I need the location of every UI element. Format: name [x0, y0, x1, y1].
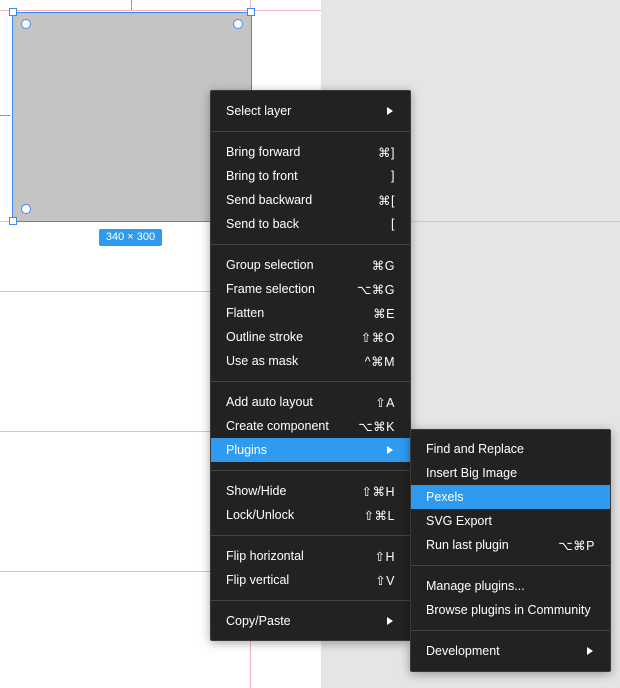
menu-item-label: SVG Export — [426, 514, 492, 528]
layout-guide — [0, 10, 321, 11]
menu-item-shortcut: ] — [391, 169, 395, 183]
submenu-item-manage-plugins[interactable]: Manage plugins... — [411, 574, 610, 598]
menu-item-shortcut: ⌥⌘P — [558, 539, 595, 553]
submenu-arrow-icon — [387, 446, 393, 454]
menu-item-label: Use as mask — [226, 354, 299, 368]
menu-item-show-hide[interactable]: Show/Hide ⇧⌘H — [211, 479, 410, 503]
menu-item-label: Flip horizontal — [226, 549, 304, 563]
submenu-item-svg-export[interactable]: SVG Export — [411, 509, 610, 533]
menu-item-add-auto-layout[interactable]: Add auto layout ⇧A — [211, 390, 410, 414]
menu-item-shortcut: ⌘[ — [378, 194, 395, 208]
corner-radius-handle[interactable] — [21, 204, 31, 214]
menu-item-label: Flatten — [226, 306, 265, 320]
menu-item-frame-selection[interactable]: Frame selection ⌥⌘G — [211, 277, 410, 301]
menu-item-label: Pexels — [426, 490, 464, 504]
resize-handle[interactable] — [9, 8, 17, 16]
menu-item-label: Find and Replace — [426, 442, 524, 456]
menu-item-shortcut: ⇧H — [374, 550, 395, 564]
submenu-item-development[interactable]: Development — [411, 639, 610, 663]
measure-guide — [131, 0, 132, 10]
menu-item-label: Outline stroke — [226, 330, 304, 344]
menu-item-label: Insert Big Image — [426, 466, 518, 480]
menu-item-plugins[interactable]: Plugins — [211, 438, 410, 462]
menu-separator — [211, 535, 410, 536]
menu-item-shortcut: ⇧A — [375, 396, 395, 410]
menu-separator — [211, 600, 410, 601]
menu-item-label: Send backward — [226, 193, 313, 207]
submenu-item-pexels[interactable]: Pexels — [411, 485, 610, 509]
plugins-submenu: Find and Replace Insert Big Image Pexels… — [410, 429, 611, 672]
menu-item-label: Copy/Paste — [226, 614, 291, 628]
menu-item-use-as-mask[interactable]: Use as mask ^⌘M — [211, 349, 410, 373]
menu-item-shortcut: ⌥⌘G — [356, 283, 395, 297]
menu-item-label: Bring to front — [226, 169, 298, 183]
menu-item-label: Lock/Unlock — [226, 508, 295, 522]
menu-item-flip-vertical[interactable]: Flip vertical ⇧V — [211, 568, 410, 592]
menu-item-group-selection[interactable]: Group selection ⌘G — [211, 253, 410, 277]
menu-item-shortcut: ⇧V — [375, 574, 395, 588]
menu-separator — [411, 565, 610, 566]
menu-item-shortcut: ⌘E — [373, 307, 395, 321]
menu-item-shortcut: ⇧⌘L — [363, 509, 395, 523]
menu-item-flatten[interactable]: Flatten ⌘E — [211, 301, 410, 325]
menu-separator — [411, 630, 610, 631]
menu-item-label: Send to back — [226, 217, 299, 231]
menu-item-bring-forward[interactable]: Bring forward ⌘] — [211, 140, 410, 164]
submenu-item-run-last-plugin[interactable]: Run last plugin ⌥⌘P — [411, 533, 610, 557]
menu-item-outline-stroke[interactable]: Outline stroke ⇧⌘O — [211, 325, 410, 349]
menu-item-send-backward[interactable]: Send backward ⌘[ — [211, 188, 410, 212]
menu-separator — [211, 470, 410, 471]
menu-item-label: Show/Hide — [226, 484, 287, 498]
menu-item-shortcut: ⌘G — [371, 259, 395, 273]
submenu-arrow-icon — [387, 617, 393, 625]
menu-item-label: Group selection — [226, 258, 314, 272]
menu-item-shortcut: ⌘] — [378, 146, 395, 160]
menu-item-label: Bring forward — [226, 145, 301, 159]
menu-item-send-to-back[interactable]: Send to back [ — [211, 212, 410, 236]
menu-item-label: Flip vertical — [226, 573, 290, 587]
menu-item-shortcut: ⌥⌘K — [358, 420, 395, 434]
resize-handle[interactable] — [9, 217, 17, 225]
corner-radius-handle[interactable] — [233, 19, 243, 29]
menu-item-label: Create component — [226, 419, 329, 433]
menu-item-shortcut: ^⌘M — [364, 355, 395, 369]
submenu-item-browse-plugins[interactable]: Browse plugins in Community — [411, 598, 610, 622]
menu-item-label: Add auto layout — [226, 395, 313, 409]
menu-separator — [211, 131, 410, 132]
resize-handle[interactable] — [247, 8, 255, 16]
menu-item-shortcut: ⇧⌘O — [360, 331, 395, 345]
menu-item-create-component[interactable]: Create component ⌥⌘K — [211, 414, 410, 438]
menu-item-lock-unlock[interactable]: Lock/Unlock ⇧⌘L — [211, 503, 410, 527]
menu-item-label: Frame selection — [226, 282, 315, 296]
menu-item-label: Plugins — [226, 443, 267, 457]
measure-guide — [0, 115, 10, 116]
menu-item-label: Browse plugins in Community — [426, 603, 591, 617]
corner-radius-handle[interactable] — [21, 19, 31, 29]
submenu-item-insert-big-image[interactable]: Insert Big Image — [411, 461, 610, 485]
menu-item-copy-paste[interactable]: Copy/Paste — [211, 609, 410, 633]
context-menu: Select layer Bring forward ⌘] Bring to f… — [210, 90, 411, 641]
menu-item-shortcut: ⇧⌘H — [361, 485, 395, 499]
menu-item-label: Development — [426, 644, 500, 658]
menu-item-flip-horizontal[interactable]: Flip horizontal ⇧H — [211, 544, 410, 568]
menu-separator — [211, 381, 410, 382]
submenu-item-find-and-replace[interactable]: Find and Replace — [411, 437, 610, 461]
menu-item-label: Select layer — [226, 104, 292, 118]
submenu-arrow-icon — [387, 107, 393, 115]
menu-separator — [211, 244, 410, 245]
dimension-badge: 340 × 300 — [99, 229, 162, 246]
menu-item-bring-to-front[interactable]: Bring to front ] — [211, 164, 410, 188]
menu-item-select-layer[interactable]: Select layer — [211, 99, 410, 123]
menu-item-label: Run last plugin — [426, 538, 509, 552]
menu-item-shortcut: [ — [391, 217, 395, 231]
menu-item-label: Manage plugins... — [426, 579, 525, 593]
submenu-arrow-icon — [587, 647, 593, 655]
